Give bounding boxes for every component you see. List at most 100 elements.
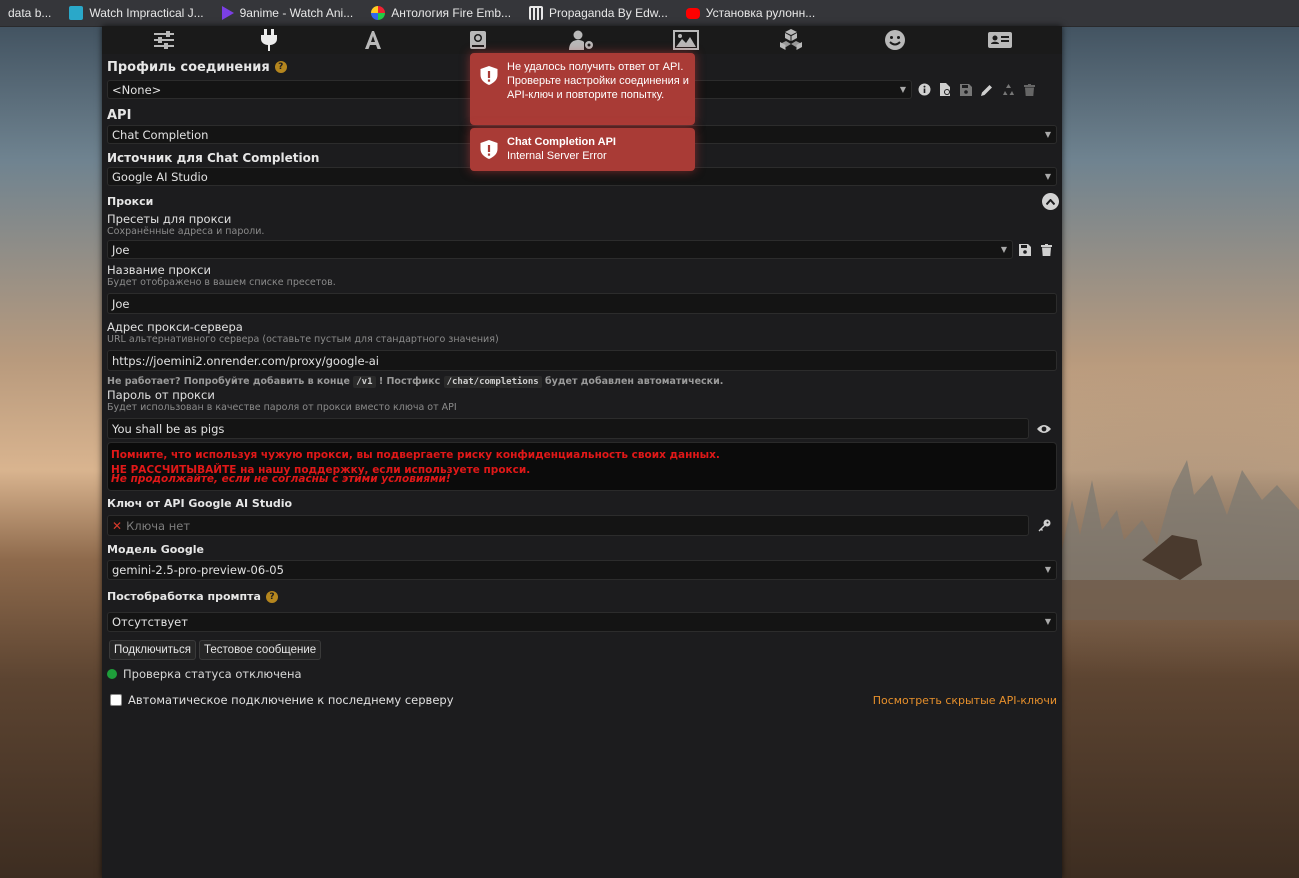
- book-atlas-icon[interactable]: [465, 29, 491, 51]
- model-select[interactable]: gemini-2.5-pro-preview-06-05 ▼: [107, 560, 1057, 580]
- shield-alert-icon: [480, 66, 498, 85]
- toast-title: Chat Completion API: [507, 136, 616, 148]
- save-icon[interactable]: [957, 81, 975, 99]
- api-select-value: Chat Completion: [112, 127, 209, 142]
- font-icon[interactable]: [360, 29, 386, 51]
- proxy-url-input[interactable]: https://joemini2.onrender.com/proxy/goog…: [107, 350, 1057, 371]
- toast-message: Не удалось получить ответ от API. Провер…: [507, 61, 689, 101]
- proxy-password-value: You shall be as pigs: [112, 421, 225, 436]
- proxy-preset-value: Joe: [112, 242, 130, 257]
- view-hidden-keys-link[interactable]: Посмотреть скрытые API-ключи: [873, 694, 1057, 707]
- proxy-preset-select[interactable]: Joe ▼: [107, 240, 1013, 259]
- key-icon[interactable]: [1035, 517, 1053, 535]
- toast-text: Internal Server Error: [507, 150, 607, 162]
- status-dot-icon: [107, 669, 117, 679]
- bookmarks-bar: data b... Watch Impractical J... 9anime …: [0, 0, 1299, 27]
- postprocess-select-value: Отсутствует: [112, 615, 188, 629]
- chevron-down-icon: ▼: [1044, 172, 1051, 181]
- proxy-name-hint: Будет отображено в вашем списке пресетов…: [107, 277, 336, 288]
- pencil-icon[interactable]: [978, 81, 996, 99]
- proxy-url-label: Адрес прокси-сервера: [107, 320, 243, 334]
- delete-preset-icon[interactable]: [1037, 241, 1055, 259]
- id-card-icon[interactable]: [987, 29, 1013, 51]
- proxy-name-value: Joe: [112, 296, 130, 311]
- proxy-presets-hint: Сохранённые адреса и пароли.: [107, 226, 265, 237]
- save-preset-icon[interactable]: [1016, 241, 1034, 259]
- auto-connect-label[interactable]: Автоматическое подключение к последнему …: [107, 693, 454, 707]
- profile-help-icon[interactable]: ?: [274, 61, 287, 73]
- proxy-presets-label: Пресеты для прокси: [107, 212, 232, 226]
- smile-icon[interactable]: [882, 29, 908, 51]
- background-rocks-image: [1062, 460, 1299, 620]
- proxy-password-row: You shall be as pigs: [107, 418, 1057, 439]
- colorful-favicon-icon: [371, 6, 386, 20]
- postprocess-header: Постобработка промпта ?: [107, 590, 1057, 603]
- status-text: Проверка статуса отключена: [123, 667, 302, 681]
- proxy-label: Прокси: [107, 195, 154, 208]
- connect-button[interactable]: Подключиться: [109, 640, 197, 660]
- key-label: Ключ от API Google AI Studio: [107, 497, 293, 510]
- toast-message: Chat Completion API Internal Server Erro…: [507, 135, 616, 163]
- trash-icon[interactable]: [1020, 81, 1038, 99]
- auto-connect-row: Автоматическое подключение к последнему …: [107, 693, 1057, 707]
- bookmark-1[interactable]: data b...: [0, 6, 61, 20]
- file-import-icon[interactable]: [936, 81, 954, 99]
- proxy-password-hint: Будет использован в качестве пароля от п…: [107, 402, 457, 413]
- sliders-icon[interactable]: [151, 29, 177, 51]
- model-label: Модель Google: [107, 543, 204, 556]
- error-toast-2[interactable]: Chat Completion API Internal Server Erro…: [470, 128, 695, 171]
- info-icon[interactable]: [915, 81, 933, 99]
- profile-select-value: <None>: [112, 82, 162, 97]
- status-row: Проверка статуса отключена: [107, 667, 1057, 681]
- chevron-down-icon: ▼: [1044, 617, 1051, 626]
- proxy-warning: Помните, что используя чужую прокси, вы …: [107, 442, 1057, 491]
- tip-code-chat: /chat/completions: [443, 376, 542, 388]
- test-message-button[interactable]: Тестовое сообщение: [199, 640, 322, 660]
- warning-line-3: Не продолжайте, если не согласны с этими…: [111, 473, 451, 485]
- proxy-url-value: https://joemini2.onrender.com/proxy/goog…: [112, 353, 379, 368]
- error-toast-1[interactable]: Не удалось получить ответ от API. Провер…: [470, 53, 695, 125]
- api-key-input[interactable]: ✕ Ключа нет: [107, 515, 1029, 536]
- postprocess-select[interactable]: Отсутствует ▼: [107, 612, 1057, 632]
- chevron-down-icon: ▼: [899, 85, 906, 94]
- tip-code-v1: /v1: [353, 376, 376, 388]
- source-select-value: Google AI Studio: [112, 169, 208, 184]
- user-gear-icon[interactable]: [568, 29, 595, 51]
- api-key-placeholder: Ключа нет: [126, 518, 191, 533]
- play-favicon-icon: [221, 6, 234, 20]
- plug-icon[interactable]: [256, 29, 282, 51]
- eye-icon[interactable]: [1035, 420, 1053, 438]
- bookmark-6[interactable]: Установка рулонн...: [678, 6, 825, 20]
- chevron-down-icon: ▼: [1000, 245, 1007, 254]
- proxy-presets-row: Joe ▼: [107, 240, 1057, 259]
- top-nav: [102, 26, 1062, 54]
- recycle-icon[interactable]: [999, 81, 1017, 99]
- youtube-favicon-icon: [685, 7, 700, 19]
- key-row: ✕ Ключа нет: [107, 515, 1057, 536]
- action-buttons: Подключиться Тестовое сообщение: [109, 640, 1057, 660]
- building-favicon-icon: [529, 6, 544, 20]
- proxy-password-input[interactable]: You shall be as pigs: [107, 418, 1029, 439]
- chevron-down-icon: ▼: [1044, 130, 1051, 139]
- postprocess-help-icon[interactable]: ?: [265, 590, 278, 603]
- bookmark-favicon-icon: [69, 6, 84, 20]
- model-select-value: gemini-2.5-pro-preview-06-05: [112, 563, 284, 577]
- proxy-name-input[interactable]: Joe: [107, 293, 1057, 314]
- chevron-up-icon[interactable]: [1042, 193, 1059, 210]
- warning-line-1: Помните, что используя чужую прокси, вы …: [111, 449, 720, 461]
- bookmark-3[interactable]: 9anime - Watch Ani...: [214, 6, 364, 20]
- proxy-name-label: Название прокси: [107, 263, 211, 277]
- bookmark-4[interactable]: Антология Fire Emb...: [363, 6, 521, 20]
- auto-connect-checkbox[interactable]: [110, 694, 122, 706]
- proxy-password-label: Пароль от прокси: [107, 388, 215, 402]
- cubes-icon[interactable]: [778, 29, 804, 51]
- chevron-down-icon: ▼: [1044, 565, 1051, 574]
- shield-alert-icon: [480, 140, 498, 159]
- bookmark-2[interactable]: Watch Impractical J...: [61, 6, 213, 20]
- image-icon[interactable]: [673, 29, 700, 51]
- profile-title: Профиль соединения: [107, 59, 270, 75]
- proxy-tip: Не работает? Попробуйте добавить в конце…: [107, 376, 724, 388]
- proxy-url-hint: URL альтернативного сервера (оставьте пу…: [107, 334, 499, 345]
- proxy-header: Прокси: [107, 193, 1059, 210]
- bookmark-5[interactable]: Propaganda By Edw...: [521, 6, 678, 20]
